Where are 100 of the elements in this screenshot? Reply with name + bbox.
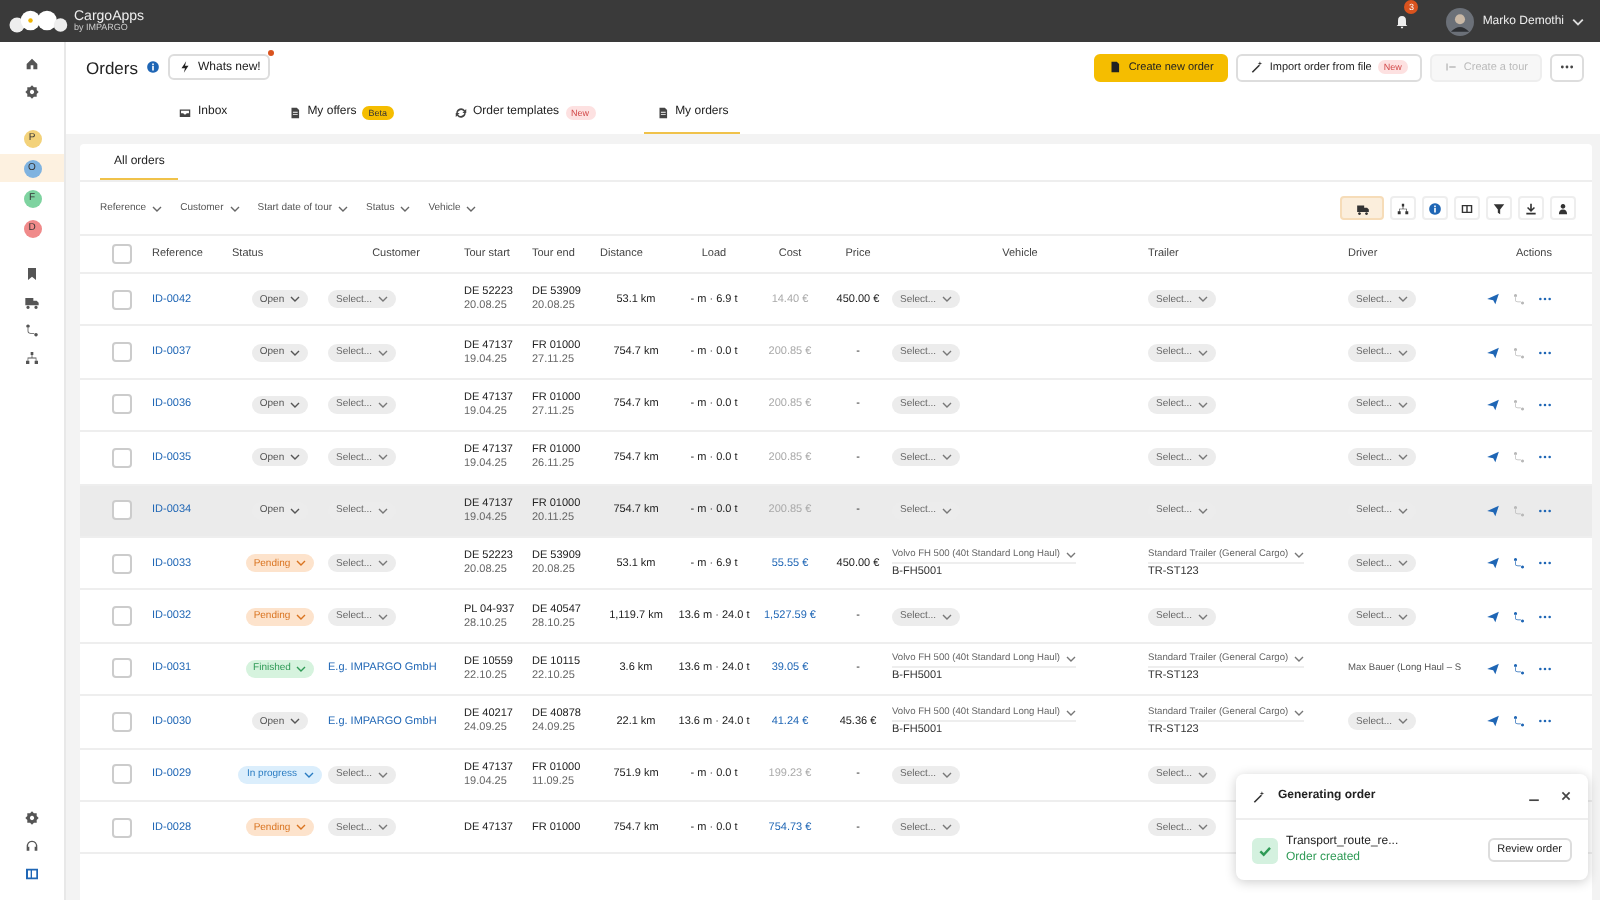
caret-icon (942, 296, 953, 303)
columns-button[interactable] (1454, 196, 1480, 220)
caret-icon (942, 507, 953, 514)
row-checkbox[interactable] (112, 658, 132, 679)
caret-icon (942, 613, 953, 620)
select-all-checkbox[interactable] (112, 244, 132, 264)
row-checkbox[interactable] (112, 711, 132, 732)
caret-icon (1198, 771, 1209, 778)
info-button[interactable] (1422, 196, 1448, 220)
caret-icon (466, 205, 477, 211)
truck-icon[interactable] (24, 294, 40, 310)
caret-icon (1398, 718, 1409, 725)
caret-icon (1398, 296, 1409, 303)
columns-icon (1460, 201, 1474, 215)
send-icon[interactable] (1486, 503, 1500, 518)
more-icon[interactable] (1538, 401, 1552, 408)
file-icon (1108, 60, 1123, 74)
caret-icon (296, 560, 307, 567)
caret-icon (1198, 296, 1209, 303)
caret-icon (378, 507, 389, 514)
caret-icon (1294, 656, 1305, 663)
caret-icon (1066, 656, 1076, 663)
download-button[interactable] (1518, 196, 1544, 220)
caret-icon (378, 824, 389, 831)
caret-icon (296, 613, 307, 620)
network-button[interactable] (1390, 196, 1416, 220)
magic-wand-icon (1252, 789, 1266, 803)
home-icon[interactable] (24, 56, 40, 72)
more-icon[interactable] (1538, 613, 1552, 620)
info-icon[interactable] (145, 60, 160, 74)
caret-icon (1398, 454, 1409, 461)
row-checkbox[interactable] (112, 342, 132, 363)
send-icon[interactable] (1486, 397, 1500, 412)
send-icon[interactable] (1486, 714, 1500, 729)
caret-icon (942, 454, 953, 461)
caret-icon (378, 771, 389, 778)
tour-icon (1443, 60, 1458, 74)
caret-icon (290, 454, 301, 461)
route-icon[interactable] (1512, 714, 1526, 729)
person-icon (1556, 201, 1570, 215)
more-icon[interactable] (1538, 665, 1552, 672)
caret-icon (400, 205, 411, 211)
caret-icon (296, 824, 307, 831)
more-icon[interactable] (1538, 507, 1552, 514)
route-icon[interactable] (1512, 609, 1526, 624)
route-icon[interactable] (1512, 556, 1526, 571)
notifications-button[interactable] (1394, 13, 1411, 29)
caret-icon (942, 349, 953, 356)
caret-icon (1198, 824, 1209, 831)
route-icon[interactable] (1512, 661, 1526, 676)
truck-icon (1355, 201, 1369, 215)
refresh-icon (453, 105, 468, 119)
gear-icon[interactable] (24, 84, 40, 100)
caret-icon (290, 296, 301, 303)
network-icon[interactable] (24, 350, 40, 366)
send-icon[interactable] (1486, 292, 1500, 307)
send-icon[interactable] (1486, 609, 1500, 624)
caret-icon (152, 205, 163, 211)
avatar-icon[interactable] (1446, 7, 1475, 35)
caret-icon (296, 665, 307, 672)
gear-icon[interactable] (24, 810, 40, 826)
close-icon[interactable] (1560, 790, 1572, 802)
send-icon[interactable] (1486, 345, 1500, 360)
caret-icon (942, 401, 953, 408)
row-checkbox[interactable] (112, 289, 132, 310)
more-icon[interactable] (1538, 560, 1552, 567)
row-checkbox[interactable] (112, 817, 132, 838)
send-icon[interactable] (1486, 661, 1500, 676)
logo-icon (8, 9, 68, 33)
row-checkbox[interactable] (112, 447, 132, 468)
caret-icon (1066, 551, 1076, 558)
more-icon[interactable] (1538, 296, 1552, 303)
row-checkbox[interactable] (112, 394, 132, 415)
caret-icon (942, 771, 953, 778)
caret-icon (229, 205, 240, 211)
truck-button[interactable] (1340, 196, 1384, 220)
row-checkbox[interactable] (112, 553, 132, 574)
headset-icon[interactable] (24, 838, 40, 854)
panel-icon[interactable] (24, 866, 40, 882)
row-checkbox[interactable] (112, 606, 132, 627)
more-icon[interactable] (1538, 718, 1552, 725)
inbox-icon (178, 105, 192, 119)
row-checkbox[interactable] (112, 500, 132, 521)
person-button[interactable] (1550, 196, 1576, 220)
caret-icon[interactable] (1572, 17, 1584, 25)
more-icon (1560, 64, 1574, 70)
send-icon[interactable] (1486, 556, 1500, 571)
network-icon (1396, 201, 1410, 215)
filter-button[interactable] (1486, 196, 1512, 220)
bookmark-icon[interactable] (24, 266, 40, 282)
caret-icon (1294, 551, 1305, 558)
caret-icon (290, 401, 301, 408)
more-icon[interactable] (1538, 454, 1552, 461)
lightning-icon (177, 60, 192, 74)
more-icon[interactable] (1538, 349, 1552, 356)
row-checkbox[interactable] (112, 764, 132, 785)
caret-icon (303, 771, 313, 778)
download-icon (1524, 201, 1538, 215)
send-icon[interactable] (1486, 450, 1500, 465)
route-icon[interactable] (24, 322, 40, 338)
